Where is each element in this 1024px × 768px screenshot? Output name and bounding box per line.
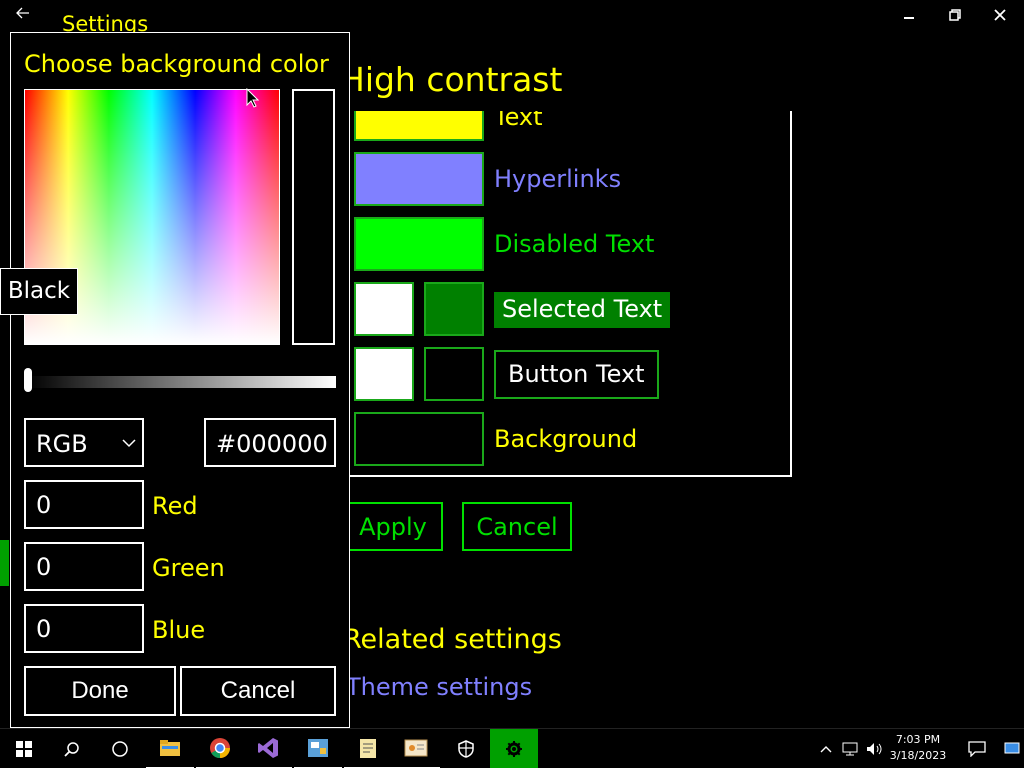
dialog-cancel-button[interactable]: Cancel [180,666,336,716]
file-explorer-icon [160,740,180,756]
clock-time: 7:03 PM [895,733,941,746]
red-label: Red [152,492,198,520]
taskbar-certificate[interactable] [392,729,440,768]
disabled-text-label: Disabled Text [494,230,655,258]
visual-studio-icon [258,738,278,758]
blue-input[interactable]: 0 [24,604,144,653]
search-icon [64,742,79,757]
green-label: Green [152,554,225,582]
color-picker-dialog: Choose background color RGB #000000 0 Re… [10,32,350,728]
minimize-button[interactable] [886,4,932,30]
task-view-icon [112,741,128,757]
dialog-title: Choose background color [24,50,329,78]
minimize-icon [904,17,914,19]
background-color-swatch[interactable] [354,412,484,466]
search-button[interactable] [48,729,96,768]
hyperlinks-label: Hyperlinks [494,165,622,193]
button-text-bg-swatch[interactable] [424,347,484,401]
volume-button[interactable] [862,729,886,768]
hex-input[interactable]: #000000 [204,418,336,467]
selected-text-fg-swatch[interactable] [354,282,414,336]
button-text-fg-swatch[interactable] [354,347,414,401]
taskbar-visual-studio[interactable] [244,729,292,768]
text-color-swatch[interactable] [354,111,484,141]
taskbar-chrome[interactable] [196,729,244,768]
color-mode-select[interactable]: RGB [24,418,144,467]
restore-icon [949,9,961,21]
back-button[interactable] [16,6,30,24]
color-mode-value: RGB [36,430,88,458]
main-cancel-button[interactable]: Cancel [462,502,572,551]
notification-icon [968,741,986,757]
start-button[interactable] [0,729,48,768]
mouse-cursor-icon [246,88,259,108]
theme-settings-link[interactable]: Theme settings [346,673,532,701]
taskbar-settings[interactable] [490,729,538,768]
taskbar: 7:03 PM 3/18/2023 [0,728,1024,768]
color-preview [292,89,335,345]
settings-icon [506,741,522,757]
hyperlinks-color-swatch[interactable] [354,152,484,206]
chevron-down-icon [122,439,136,448]
red-input[interactable]: 0 [24,480,144,529]
chevron-up-icon [820,746,832,753]
notifications-button[interactable] [953,729,1001,768]
start-icon [16,741,32,757]
certificate-icon [404,739,428,757]
color-name-tooltip: Black [0,268,78,315]
back-arrow-icon [16,7,29,19]
nav-selection-indicator [0,540,9,586]
close-icon [994,9,1006,21]
taskbar-notepad[interactable] [344,729,392,768]
done-button[interactable]: Done [24,666,176,716]
related-settings-heading: Related settings [343,624,562,655]
taskbar-security[interactable] [442,729,490,768]
brightness-slider[interactable] [26,376,336,388]
green-input[interactable]: 0 [24,542,144,591]
button-text-label: Button Text [494,350,659,399]
blue-label: Blue [152,616,206,644]
network-button[interactable] [838,729,862,768]
show-desktop-button[interactable] [1000,729,1024,768]
desktop-icon [1004,742,1020,754]
network-icon [842,742,858,756]
apply-button[interactable]: Apply [343,502,443,551]
volume-icon [867,743,882,755]
security-icon [458,740,474,758]
selected-text-bg-swatch[interactable] [424,282,484,336]
clock-date: 3/18/2023 [889,749,947,762]
taskbar-file-explorer[interactable] [146,729,194,768]
restore-button[interactable] [932,4,978,30]
show-hidden-icons-button[interactable] [814,729,838,768]
disabled-text-color-swatch[interactable] [354,217,484,271]
taskbar-app[interactable] [294,729,342,768]
app-icon [308,739,328,757]
close-button[interactable] [977,4,1023,30]
notepad-icon [360,739,376,758]
selected-text-label: Selected Text [494,292,671,328]
taskbar-clock[interactable]: 7:03 PM 3/18/2023 [887,732,949,764]
brightness-slider-thumb[interactable] [24,368,32,392]
page-title: High contrast [340,60,563,99]
text-color-label: Text [494,111,543,131]
color-swatch-list: Text Hyperlinks Disabled Text Selected T… [346,111,792,477]
task-view-button[interactable] [96,729,144,768]
background-label: Background [494,425,638,453]
chrome-icon [210,738,230,759]
